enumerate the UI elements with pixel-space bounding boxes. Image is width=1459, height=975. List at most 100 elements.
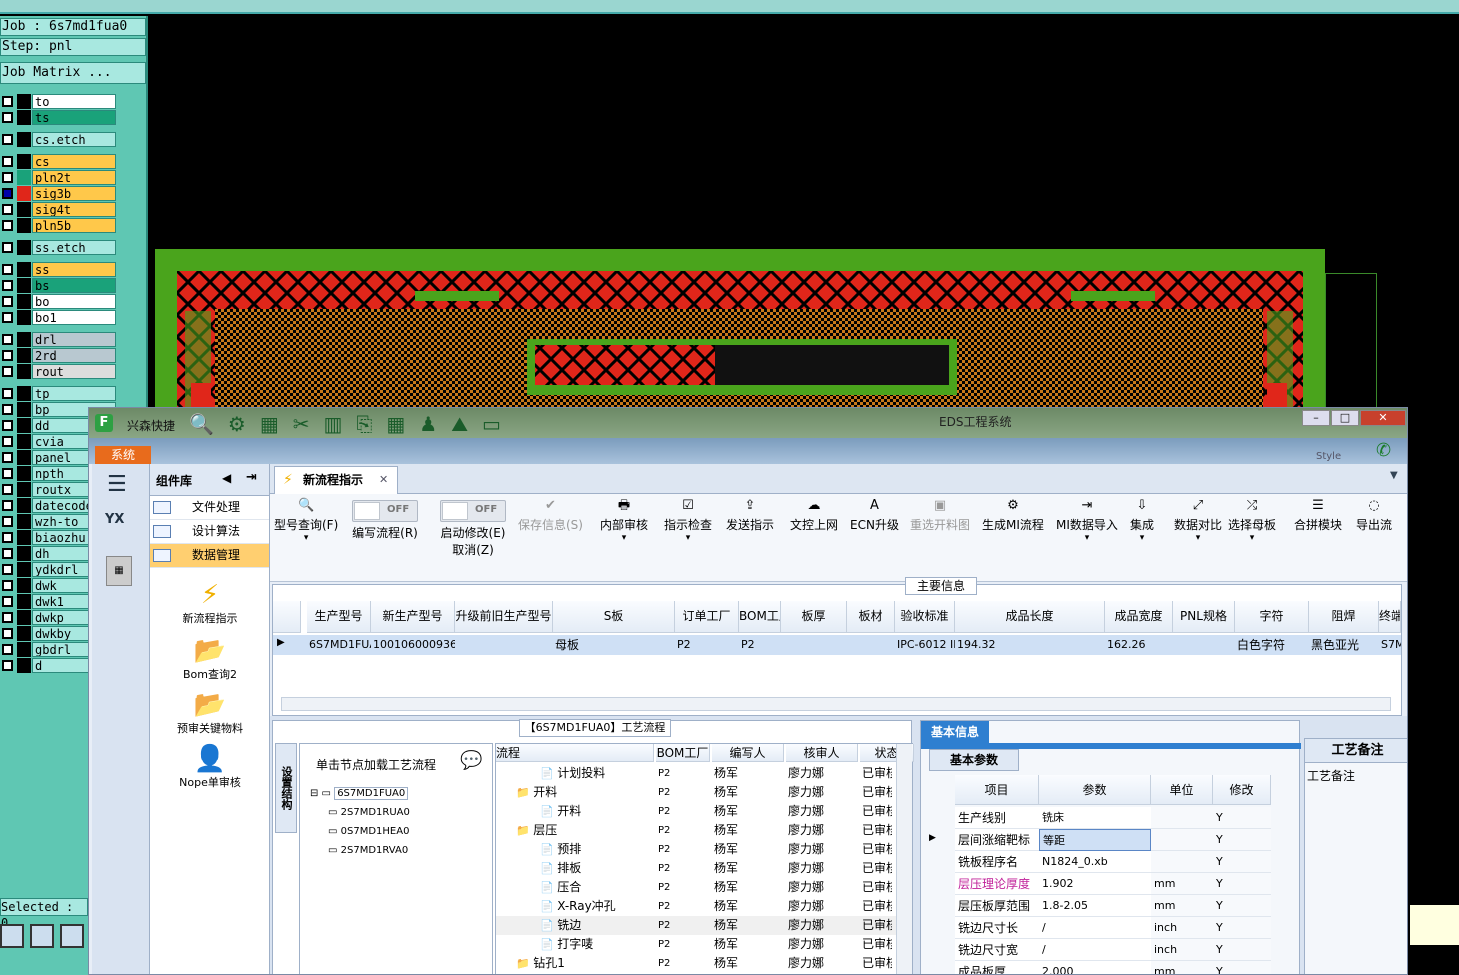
column-header[interactable]: 阻焊: [1309, 601, 1379, 633]
layer-checkbox[interactable]: [2, 242, 13, 253]
layer-row[interactable]: to: [0, 94, 118, 109]
measure-icon[interactable]: [30, 924, 54, 948]
layer-row[interactable]: cs: [0, 154, 118, 169]
style-label[interactable]: Style: [1316, 451, 1341, 462]
layer-checkbox[interactable]: [2, 580, 13, 591]
tool-prereview[interactable]: 📂 预审关键物料: [165, 690, 255, 736]
ribbon-button-16[interactable]: ◌ 导出流: [1356, 498, 1392, 533]
layer-name[interactable]: sig4t: [32, 202, 116, 217]
comp-item-file[interactable]: 文件处理: [150, 496, 269, 520]
flow-cell-s[interactable]: 已审核: [862, 897, 892, 916]
off-toggle[interactable]: OFF: [352, 500, 418, 522]
param-cell-v[interactable]: 2.000: [1039, 961, 1151, 974]
layer-row[interactable]: drl: [0, 332, 118, 347]
flow-row-name[interactable]: 📁 开料: [516, 783, 557, 802]
flow-cell-s[interactable]: 已审核: [862, 859, 892, 878]
layer-row[interactable]: tp: [0, 386, 118, 401]
flow-cell-s[interactable]: 已审核: [862, 821, 892, 840]
layer-checkbox[interactable]: [2, 564, 13, 575]
flow-cell-s[interactable]: 已审核: [862, 935, 892, 954]
column-header[interactable]: S板: [553, 601, 675, 633]
flow-cell-s[interactable]: 已审核: [862, 878, 892, 897]
layer-checkbox[interactable]: [2, 280, 13, 291]
flow-cell-r[interactable]: 廖力娜: [788, 802, 824, 821]
flow-cell-s[interactable]: 已审核: [862, 840, 892, 859]
ribbon-button-5[interactable]: ☑ 指示检查 ▾: [664, 498, 712, 543]
column-header[interactable]: BOM工厂: [739, 601, 781, 633]
column-header[interactable]: 验收标准: [895, 601, 955, 633]
flow-column-header[interactable]: 流程: [496, 744, 654, 762]
table-cell[interactable]: 6S7MD1FUA0: [309, 635, 371, 655]
layer-checkbox[interactable]: [2, 548, 13, 559]
side-tab-structure[interactable]: 设置结构: [275, 743, 297, 833]
layer-checkbox[interactable]: [2, 612, 13, 623]
layer-checkbox[interactable]: [2, 264, 13, 275]
tab-system[interactable]: 系统: [95, 446, 151, 464]
tab-basic-info[interactable]: 基本信息: [921, 721, 989, 743]
param-column-header[interactable]: 参数: [1039, 775, 1151, 805]
tab-process-note[interactable]: 工艺备注: [1305, 739, 1407, 763]
flow-cell-w[interactable]: 杨军: [714, 840, 738, 859]
flow-cell-r[interactable]: 廖力娜: [788, 935, 824, 954]
flow-cell-r[interactable]: 廖力娜: [788, 954, 824, 973]
layer-checkbox[interactable]: [2, 334, 13, 345]
flow-cell-f[interactable]: P2: [658, 954, 670, 973]
tree-node[interactable]: ⊟ ▭ 6S7MD1FUA0: [310, 784, 409, 803]
layer-checkbox[interactable]: [2, 350, 13, 361]
grid-icon[interactable]: [60, 924, 84, 948]
flow-cell-w[interactable]: 杨军: [714, 783, 738, 802]
layer-name[interactable]: to: [32, 94, 116, 109]
layer-name[interactable]: cs.etch: [32, 132, 116, 147]
flow-cell-f[interactable]: P2: [658, 935, 670, 954]
layer-row[interactable]: 2rd: [0, 348, 118, 363]
comp-item-algo[interactable]: 设计算法: [150, 520, 269, 544]
ribbon-button-14[interactable]: ⤮ 选择母板 ▾: [1228, 498, 1276, 543]
column-header[interactable]: 终端客户代码: [1379, 601, 1401, 633]
comp-item-data[interactable]: 数据管理: [150, 544, 269, 568]
table-cell[interactable]: 194.32: [957, 635, 1105, 655]
flow-row-name[interactable]: 📄 打字唛: [540, 935, 593, 954]
layer-checkbox[interactable]: [2, 484, 13, 495]
flow-cell-f[interactable]: P2: [658, 916, 670, 935]
column-header[interactable]: 成品宽度: [1105, 601, 1173, 633]
table-cell[interactable]: 母板: [555, 635, 675, 655]
table-cell[interactable]: [457, 635, 553, 655]
ribbon-button-15[interactable]: ☰ 合拼模块: [1294, 498, 1342, 533]
flow-cell-f[interactable]: P2: [658, 821, 670, 840]
ribbon-button-7[interactable]: ☁ 文控上网: [790, 498, 838, 533]
layer-checkbox[interactable]: [2, 420, 13, 431]
ribbon-button-2[interactable]: OFF 启动修改(E) 取消(Z): [440, 498, 506, 558]
layer-row[interactable]: pln2t: [0, 170, 118, 185]
table-cell[interactable]: [783, 635, 847, 655]
flow-row-name[interactable]: 📄 开料: [540, 802, 581, 821]
layer-row[interactable]: cs.etch: [0, 132, 118, 147]
flow-cell-w[interactable]: 杨军: [714, 935, 738, 954]
flow-cell-w[interactable]: 杨军: [714, 821, 738, 840]
param-column-header[interactable]: 修改: [1213, 775, 1271, 805]
flow-cell-w[interactable]: 杨军: [714, 859, 738, 878]
tool-nope-review[interactable]: 👤 Nope单审核: [165, 744, 255, 790]
layer-row[interactable]: rout: [0, 364, 118, 379]
layer-row[interactable]: pln5b: [0, 218, 118, 233]
close-tab-icon[interactable]: ✕: [379, 467, 388, 493]
layer-checkbox[interactable]: [2, 388, 13, 399]
flow-row-name[interactable]: 📄 X-Ray冲孔: [540, 897, 616, 916]
flow-cell-s[interactable]: 已审核: [862, 764, 892, 783]
layer-row[interactable]: bo1: [0, 310, 118, 325]
flow-cell-r[interactable]: 廖力娜: [788, 897, 824, 916]
minimize-button[interactable]: –: [1302, 410, 1330, 426]
close-button[interactable]: ✕: [1360, 410, 1406, 426]
yx-tool-icon[interactable]: YX: [105, 512, 124, 527]
table-cell[interactable]: 白色字符: [1237, 635, 1309, 655]
table-cell[interactable]: IPC-6012 II级: [897, 635, 955, 655]
tree-node[interactable]: ▭ 2S7MD1RVA0: [328, 841, 408, 860]
flow-cell-r[interactable]: 廖力娜: [788, 783, 824, 802]
layer-checkbox[interactable]: [2, 366, 13, 377]
layer-checkbox[interactable]: [2, 628, 13, 639]
layer-name[interactable]: bo1: [32, 310, 116, 325]
column-header[interactable]: 字符: [1235, 601, 1309, 633]
layer-checkbox[interactable]: [2, 134, 13, 145]
column-header[interactable]: PNL规格: [1173, 601, 1235, 633]
layer-checkbox[interactable]: [2, 112, 13, 123]
flow-cell-r[interactable]: 廖力娜: [788, 916, 824, 935]
